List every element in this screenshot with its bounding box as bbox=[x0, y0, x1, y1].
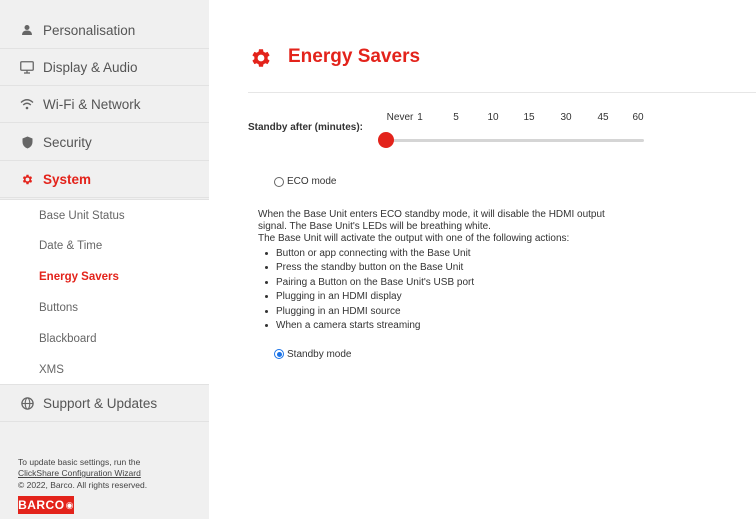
sidebar-item-personalisation[interactable]: Personalisation bbox=[0, 12, 209, 49]
configuration-wizard-link[interactable]: ClickShare Configuration Wizard bbox=[18, 468, 141, 479]
person-icon bbox=[20, 23, 34, 37]
standby-mode-radio[interactable] bbox=[274, 349, 284, 359]
sidebar-item-wifi-network[interactable]: Wi-Fi & Network bbox=[0, 86, 209, 123]
standby-tick-never[interactable]: Never bbox=[387, 112, 414, 123]
standby-tick-15[interactable]: 15 bbox=[523, 112, 534, 123]
standby-mode-label[interactable]: Standby mode bbox=[287, 349, 352, 360]
sidebar-item-display-audio[interactable]: Display & Audio bbox=[0, 49, 209, 86]
action-list-item: When a camera starts streaming bbox=[265, 320, 421, 331]
standby-tick-10[interactable]: 10 bbox=[487, 112, 498, 123]
standby-tick-5[interactable]: 5 bbox=[453, 112, 459, 123]
submenu-item-blackboard[interactable]: Blackboard bbox=[39, 333, 97, 345]
sidebar: Personalisation Display & Audio Wi-Fi & … bbox=[0, 0, 209, 519]
gear-icon bbox=[20, 172, 34, 186]
wifi-icon bbox=[20, 97, 34, 111]
barco-logo: BARCO ◉ bbox=[18, 496, 74, 514]
sidebar-item-label: Display & Audio bbox=[43, 59, 138, 75]
monitor-icon bbox=[20, 60, 34, 74]
globe-icon bbox=[20, 396, 34, 410]
system-submenu: Base Unit Status Date & Time Energy Save… bbox=[0, 199, 209, 385]
action-list-item: Plugging in an HDMI source bbox=[265, 306, 401, 317]
sidebar-item-support-updates[interactable]: Support & Updates bbox=[0, 385, 209, 422]
sidebar-item-label: Personalisation bbox=[43, 22, 136, 38]
submenu-item-energy-savers[interactable]: Energy Savers bbox=[39, 271, 119, 283]
page-title: Energy Savers bbox=[288, 46, 421, 67]
standby-tick-45[interactable]: 45 bbox=[597, 112, 608, 123]
action-list-item: Plugging in an HDMI display bbox=[265, 291, 402, 302]
sidebar-item-system[interactable]: System bbox=[0, 161, 209, 198]
eco-mode-radio[interactable] bbox=[274, 177, 284, 187]
action-list-item: Press the standby button on the Base Uni… bbox=[264, 262, 464, 273]
action-list-item: Pairing a Button on the Base Unit's USB … bbox=[264, 277, 475, 288]
divider bbox=[248, 92, 756, 93]
footer-hint: To update basic settings, run the bbox=[18, 457, 141, 467]
description-line: When the Base Unit enters ECO standby mo… bbox=[258, 209, 605, 220]
submenu-item-buttons[interactable]: Buttons bbox=[39, 302, 78, 314]
eco-mode-label[interactable]: ECO mode bbox=[287, 176, 336, 187]
copyright-text: © 2022, Barco. All rights reserved. bbox=[18, 480, 148, 490]
standby-slider-thumb[interactable] bbox=[378, 132, 394, 148]
standby-tick-1[interactable]: 1 bbox=[417, 112, 423, 123]
submenu-item-base-unit-status[interactable]: Base Unit Status bbox=[39, 210, 125, 222]
submenu-item-xms[interactable]: XMS bbox=[39, 364, 64, 376]
standby-tick-60[interactable]: 60 bbox=[632, 112, 643, 123]
sidebar-item-label: Support & Updates bbox=[43, 395, 158, 411]
standby-slider-track[interactable] bbox=[386, 139, 644, 142]
action-list-item: Button or app connecting with the Base U… bbox=[265, 248, 471, 259]
submenu-item-date-time[interactable]: Date & Time bbox=[39, 240, 102, 252]
description-line: The Base Unit will activate the output w… bbox=[258, 233, 570, 244]
sidebar-item-label: Security bbox=[43, 134, 92, 150]
sidebar-item-label: Wi-Fi & Network bbox=[43, 96, 141, 112]
standby-tick-30[interactable]: 30 bbox=[560, 112, 571, 123]
shield-icon bbox=[20, 135, 34, 149]
standby-label: Standby after (minutes): bbox=[248, 122, 364, 133]
gear-icon bbox=[250, 47, 272, 69]
description-line: signal. The Base Unit's LEDs will be bre… bbox=[258, 221, 491, 232]
barco-logo-text: BARCO bbox=[18, 498, 65, 512]
sidebar-item-label: System bbox=[43, 171, 92, 187]
sidebar-item-security[interactable]: Security bbox=[0, 124, 209, 161]
